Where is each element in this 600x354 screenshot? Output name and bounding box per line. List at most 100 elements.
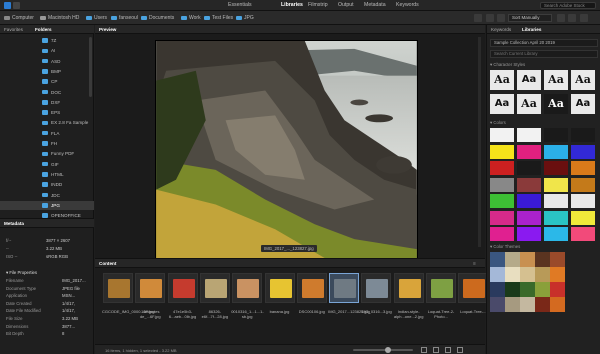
breadcrumb-user[interactable]: fanseoul bbox=[111, 15, 138, 21]
breadcrumb-jpg[interactable]: JPG bbox=[236, 15, 254, 21]
lock-icon[interactable] bbox=[421, 347, 427, 353]
color-swatch[interactable] bbox=[571, 194, 595, 208]
folder-tree-item[interactable]: AI bbox=[0, 46, 94, 55]
thumbnail[interactable] bbox=[426, 273, 456, 303]
workspace-libraries[interactable]: Libraries bbox=[281, 2, 303, 8]
color-swatch[interactable] bbox=[544, 177, 568, 192]
folder-tree-item[interactable]: BMP bbox=[0, 67, 94, 76]
thumbnail[interactable] bbox=[103, 273, 133, 303]
color-swatch[interactable] bbox=[517, 227, 541, 241]
character-style-swatch[interactable]: Aa bbox=[490, 70, 514, 90]
breadcrumb-computer[interactable]: Computer bbox=[4, 15, 34, 21]
filter-icon[interactable] bbox=[474, 14, 482, 22]
tab-folders[interactable]: Folders bbox=[35, 27, 52, 32]
theme-color-chip[interactable] bbox=[520, 282, 535, 297]
color-swatch[interactable] bbox=[517, 177, 541, 192]
folder-tree-item[interactable]: CP bbox=[0, 77, 94, 86]
workspace-output[interactable]: Output bbox=[338, 2, 354, 8]
color-swatch[interactable] bbox=[517, 128, 541, 142]
character-style-swatch[interactable]: Aa bbox=[544, 70, 568, 90]
character-style-swatch[interactable]: Aa bbox=[544, 94, 568, 114]
folder-tree-item[interactable]: ASD bbox=[0, 57, 94, 66]
breadcrumb-work[interactable]: Work bbox=[181, 15, 201, 21]
folder-tree-item[interactable]: HTML bbox=[0, 170, 94, 179]
tab-favorites[interactable]: Favorites bbox=[4, 27, 23, 32]
thumbnail[interactable] bbox=[361, 273, 392, 303]
folder-tree-item[interactable]: FH bbox=[0, 139, 94, 148]
folder-tree-item[interactable]: DXF bbox=[0, 98, 94, 107]
thumbnail[interactable] bbox=[393, 273, 424, 303]
theme-color-chip[interactable] bbox=[535, 282, 550, 297]
breadcrumb-documents[interactable]: Documents bbox=[141, 15, 174, 21]
theme-color-chip[interactable] bbox=[505, 297, 520, 312]
details-view-icon[interactable] bbox=[457, 347, 463, 353]
theme-color-chip[interactable] bbox=[520, 252, 535, 267]
thumbnail[interactable] bbox=[167, 273, 198, 303]
folder-tree-item[interactable]: JPG bbox=[0, 200, 94, 210]
theme-color-chip[interactable] bbox=[550, 252, 565, 267]
theme-color-chip[interactable] bbox=[520, 297, 535, 312]
slider-handle[interactable] bbox=[385, 347, 391, 353]
color-swatch[interactable] bbox=[544, 210, 568, 225]
color-swatch[interactable] bbox=[571, 161, 595, 175]
folder-scrollbar[interactable] bbox=[89, 37, 92, 97]
theme-color-chip[interactable] bbox=[535, 267, 550, 282]
workspace-icon[interactable] bbox=[13, 2, 20, 9]
theme-color-chip[interactable] bbox=[490, 267, 505, 282]
color-swatch[interactable] bbox=[490, 177, 514, 192]
theme-color-chip[interactable] bbox=[505, 267, 520, 282]
color-swatch[interactable] bbox=[490, 128, 514, 142]
panel-menu-icon[interactable]: ≡ bbox=[473, 261, 476, 267]
color-swatch[interactable] bbox=[490, 144, 514, 159]
star-filter-icon[interactable] bbox=[486, 14, 494, 22]
theme-color-chip[interactable] bbox=[535, 252, 550, 267]
list-view-icon[interactable] bbox=[445, 347, 451, 353]
trash-icon[interactable] bbox=[580, 14, 588, 22]
sort-direction-icon[interactable] bbox=[557, 14, 565, 22]
tab-preview[interactable]: Preview bbox=[99, 27, 116, 32]
color-swatch[interactable] bbox=[544, 161, 568, 175]
thumbnail-size-slider[interactable] bbox=[353, 349, 413, 351]
tab-metadata[interactable]: Metadata bbox=[4, 221, 24, 226]
color-swatch[interactable] bbox=[490, 227, 514, 241]
folder-tree-item[interactable]: GIF bbox=[0, 160, 94, 169]
library-search-input[interactable]: Search Current Library bbox=[490, 50, 598, 58]
new-folder-icon[interactable] bbox=[497, 14, 505, 22]
library-select[interactable]: Sample Collection April 20 2019 bbox=[490, 39, 598, 47]
breadcrumb-test-files[interactable]: Test Files bbox=[204, 15, 233, 21]
character-styles-title[interactable]: ▾ Character Styles bbox=[490, 62, 525, 68]
open-recent-icon[interactable] bbox=[568, 14, 576, 22]
thumbnail[interactable] bbox=[329, 273, 360, 303]
theme-color-chip[interactable] bbox=[505, 282, 520, 297]
color-swatch[interactable] bbox=[571, 210, 595, 225]
color-swatch[interactable] bbox=[490, 210, 514, 225]
grid-view-icon[interactable] bbox=[433, 347, 439, 353]
color-swatch[interactable] bbox=[517, 194, 541, 208]
theme-color-chip[interactable] bbox=[520, 267, 535, 282]
preview-image[interactable] bbox=[155, 40, 418, 259]
color-swatch[interactable] bbox=[571, 144, 595, 159]
folder-tree-item[interactable]: Funny PDF bbox=[0, 149, 94, 158]
character-style-swatch[interactable]: Aa bbox=[517, 70, 541, 90]
tab-libraries[interactable]: Libraries bbox=[522, 27, 541, 32]
theme-color-chip[interactable] bbox=[490, 297, 505, 312]
file-properties-title[interactable]: ▾ File Properties bbox=[6, 270, 92, 276]
thumbnail[interactable] bbox=[135, 273, 166, 303]
thumbnail[interactable] bbox=[296, 273, 327, 303]
color-swatch[interactable] bbox=[490, 194, 514, 208]
theme-color-chip[interactable] bbox=[490, 252, 505, 267]
color-swatch[interactable] bbox=[544, 128, 568, 142]
tab-content[interactable]: Content bbox=[99, 261, 116, 266]
breadcrumb-users[interactable]: Users bbox=[86, 15, 107, 21]
character-style-swatch[interactable]: Aa bbox=[571, 94, 595, 114]
color-swatch[interactable] bbox=[571, 128, 595, 142]
color-swatch[interactable] bbox=[571, 177, 595, 192]
theme-color-chip[interactable] bbox=[550, 297, 565, 312]
color-swatch[interactable] bbox=[544, 194, 568, 208]
folder-tree-item[interactable]: JDC bbox=[0, 191, 94, 200]
theme-color-chip[interactable] bbox=[505, 252, 520, 267]
color-swatch[interactable] bbox=[517, 144, 541, 159]
color-swatch[interactable] bbox=[544, 227, 568, 241]
workspace-metadata[interactable]: Metadata bbox=[364, 2, 386, 8]
folder-tree-item[interactable]: 7Z bbox=[0, 36, 94, 45]
